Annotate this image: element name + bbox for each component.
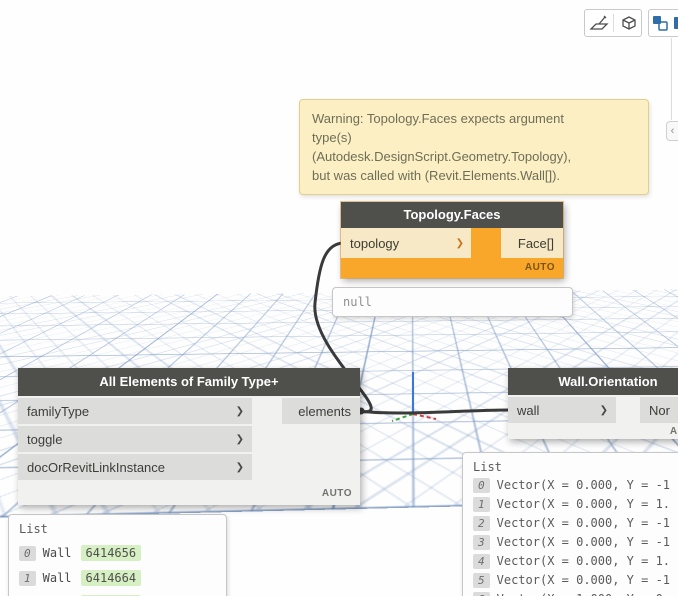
node-title[interactable]: Topology.Faces: [341, 202, 563, 228]
vector-value: Vector(X = 0.000, Y = -1: [496, 573, 671, 587]
port-label: familyType: [27, 403, 90, 419]
warning-line: (Autodesk.DesignScript.Geometry.Topology…: [312, 149, 572, 164]
port-chevron-icon: ❯: [235, 461, 244, 473]
list-item: 1 Vector(X = 0.000, Y = 1.: [473, 497, 678, 512]
port-label: Face[]: [517, 235, 554, 251]
input-port-docorrevitlinkinstance[interactable]: docOrRevitLinkInstance ❯: [18, 454, 252, 480]
node-body: familyType ❯ toggle ❯ docOrRevitLinkInst…: [18, 396, 360, 480]
output-port-faces[interactable]: Face[]: [501, 228, 563, 258]
preview-bubble-vectors[interactable]: List 0 Vector(X = 0.000, Y = -1 1 Vector…: [462, 452, 678, 596]
node-footer: AUTO: [508, 425, 678, 439]
wire-elements-to-wall[interactable]: [357, 408, 512, 415]
axis-y-line: [391, 413, 414, 422]
warning-line: but was called with (Revit.Elements.Wall…: [312, 168, 561, 183]
preview-bubble-null[interactable]: null: [332, 287, 573, 317]
port-label: docOrRevitLinkInstance: [27, 459, 166, 475]
vector-value: Vector(X = 0.000, Y = -1: [496, 478, 671, 492]
port-label: topology: [350, 235, 400, 251]
node-wall-orientation[interactable]: Wall.Orientation wall ❯ Nor AUTO: [508, 368, 678, 439]
lacing-label: AUTO: [669, 426, 678, 437]
draw-on-surface-button[interactable]: [585, 10, 613, 36]
surface-pencil-icon: [589, 15, 609, 30]
input-port-topology[interactable]: topology ❯: [341, 228, 471, 258]
node-footer: AUTO: [341, 258, 563, 278]
list-header: List: [19, 522, 48, 536]
element-id-chip: 6414656: [80, 545, 142, 561]
clipped-view-button[interactable]: [670, 10, 678, 36]
list-index-badge: 1: [19, 570, 36, 586]
port-chevron-icon: ❯: [235, 405, 244, 417]
element-id-chip: 6414664: [80, 570, 142, 586]
port-label: wall: [517, 402, 540, 418]
list-index-badge: 0: [19, 545, 36, 561]
list-header: List: [473, 460, 502, 474]
input-port-familytype[interactable]: familyType ❯: [18, 398, 252, 424]
right-panel-edge: [671, 38, 678, 120]
output-port-normal[interactable]: Nor: [640, 397, 678, 423]
solid-view-button[interactable]: [614, 10, 642, 36]
warning-tooltip: Warning: Topology.Faces expects argument…: [299, 99, 649, 195]
vector-value: Vector(X = 0.000, Y = 1.: [496, 497, 671, 511]
geometry-toolbar-group: [584, 9, 642, 37]
warning-line: type(s): [312, 130, 352, 145]
origin-axes-gizmo: [391, 372, 437, 422]
port-chevron-icon: ❯: [455, 237, 464, 249]
port-chevron-icon: ❯: [235, 433, 244, 445]
warning-line: Warning: Topology.Faces expects argument: [312, 111, 564, 126]
node-body: topology ❯ Face[]: [341, 228, 563, 258]
list-index-badge: 2: [473, 516, 490, 531]
node-body: wall ❯ Nor: [508, 395, 678, 425]
input-port-toggle[interactable]: toggle ❯: [18, 426, 252, 452]
lacing-label: AUTO: [524, 262, 555, 273]
list-item: 4 Vector(X = 0.000, Y = 1.: [473, 554, 678, 569]
lacing-label: AUTO: [321, 488, 352, 499]
item-type: Wall: [42, 546, 72, 560]
list-item: 0 Vector(X = 0.000, Y = -1: [473, 478, 678, 493]
list-index-badge: 6: [473, 592, 490, 596]
vector-value: Vector(X = 0.000, Y = 1.: [496, 554, 671, 568]
list-item: 0 Wall 6414656: [19, 545, 216, 561]
dynamo-workspace-canvas[interactable]: ‹ Warning: Topology.Faces expects argume…: [0, 0, 678, 596]
list-item: 6 Vector(X = 1.000, Y = 0.: [473, 592, 678, 596]
port-label: elements: [298, 403, 351, 419]
cube-icon: [622, 16, 636, 30]
node-title[interactable]: All Elements of Family Type+: [18, 368, 360, 396]
collapse-chevron-icon: ‹: [670, 125, 675, 137]
list-index-badge: 1: [473, 497, 490, 512]
node-title[interactable]: Wall.Orientation: [508, 368, 678, 395]
preview-bubble-walls[interactable]: List 0 Wall 6414656 1 Wall 6414664 2 Wal…: [8, 514, 227, 596]
graph-layout-button[interactable]: [649, 10, 670, 36]
node-topology-faces[interactable]: Topology.Faces topology ❯ Face[] AUTO: [341, 202, 563, 278]
axis-x-line: [412, 413, 437, 420]
port-chevron-icon: ❯: [599, 404, 608, 416]
view-toolbar-group: [648, 9, 678, 37]
input-port-wall[interactable]: wall ❯: [508, 397, 616, 423]
item-type: Wall: [42, 571, 72, 585]
list-item: 1 Wall 6414664: [19, 570, 216, 586]
panel-clipped-icon: [673, 17, 678, 29]
list-item: 3 Vector(X = 0.000, Y = -1: [473, 535, 678, 550]
list-item: 2 Vector(X = 0.000, Y = -1: [473, 516, 678, 531]
vector-value: Vector(X = 0.000, Y = -1: [496, 516, 671, 530]
output-port-elements[interactable]: elements: [282, 398, 360, 424]
node-footer: AUTO: [18, 482, 360, 505]
node-body-gap: [471, 228, 501, 258]
list-index-badge: 3: [473, 535, 490, 550]
list-index-badge: 5: [473, 573, 490, 588]
list-index-badge: 4: [473, 554, 490, 569]
port-label: toggle: [27, 431, 63, 447]
list-index-badge: 0: [473, 478, 490, 493]
preview-value: null: [343, 295, 372, 309]
list-item: 5 Vector(X = 0.000, Y = -1: [473, 573, 678, 588]
panel-collapse-button[interactable]: ‹: [666, 121, 678, 141]
node-all-elements-of-family-type[interactable]: All Elements of Family Type+ familyType …: [18, 368, 360, 505]
port-label: Nor: [649, 402, 670, 418]
layered-squares-icon: [652, 16, 668, 31]
vector-value: Vector(X = 0.000, Y = -1: [496, 535, 671, 549]
